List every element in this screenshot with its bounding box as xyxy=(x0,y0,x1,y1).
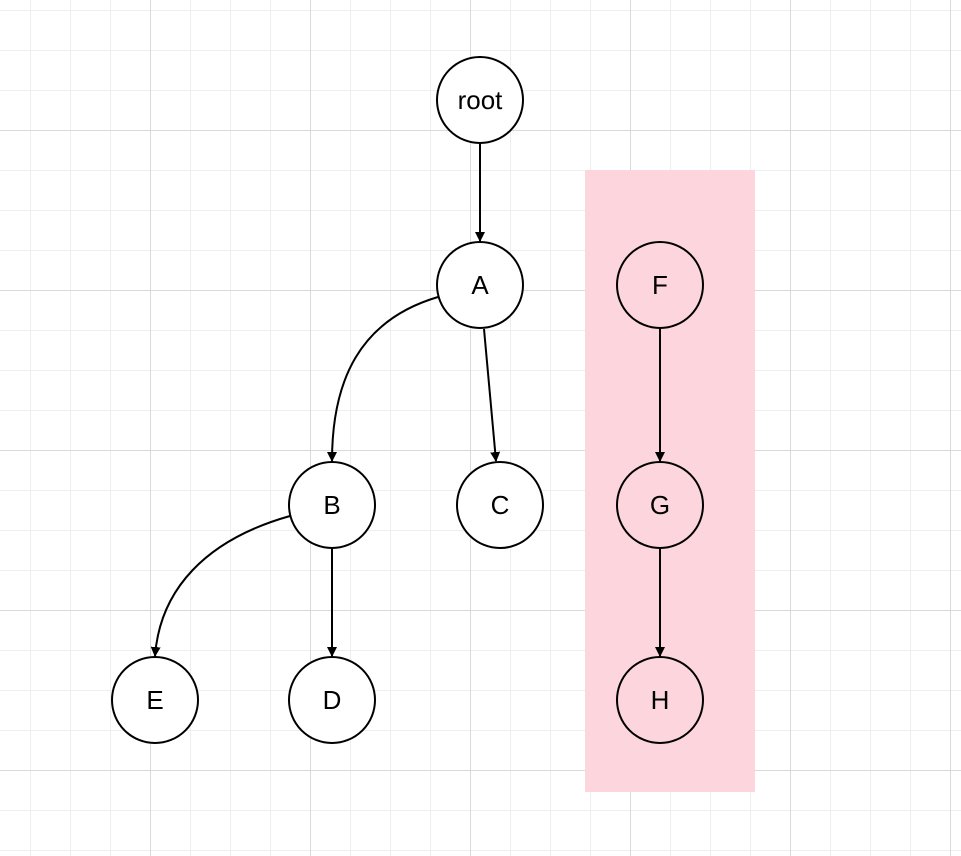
edge-B-E xyxy=(155,516,290,656)
edge-A-B xyxy=(332,297,438,461)
node-label: C xyxy=(491,490,510,521)
node-D[interactable]: D xyxy=(288,656,376,744)
node-A[interactable]: A xyxy=(436,241,524,329)
diagram-canvas: root A F B C G E D H xyxy=(0,0,961,856)
node-label: B xyxy=(323,490,340,521)
node-label: D xyxy=(323,685,342,716)
node-label: F xyxy=(652,270,668,301)
node-label: root xyxy=(458,85,503,116)
node-H[interactable]: H xyxy=(616,656,704,744)
node-G[interactable]: G xyxy=(616,461,704,549)
edge-A-C xyxy=(484,329,496,461)
node-F[interactable]: F xyxy=(616,241,704,329)
node-label: H xyxy=(651,685,670,716)
node-label: G xyxy=(650,490,670,521)
node-B[interactable]: B xyxy=(288,461,376,549)
node-label: E xyxy=(146,685,163,716)
node-C[interactable]: C xyxy=(456,461,544,549)
node-E[interactable]: E xyxy=(111,656,199,744)
node-label: A xyxy=(471,270,488,301)
node-root[interactable]: root xyxy=(436,56,524,144)
